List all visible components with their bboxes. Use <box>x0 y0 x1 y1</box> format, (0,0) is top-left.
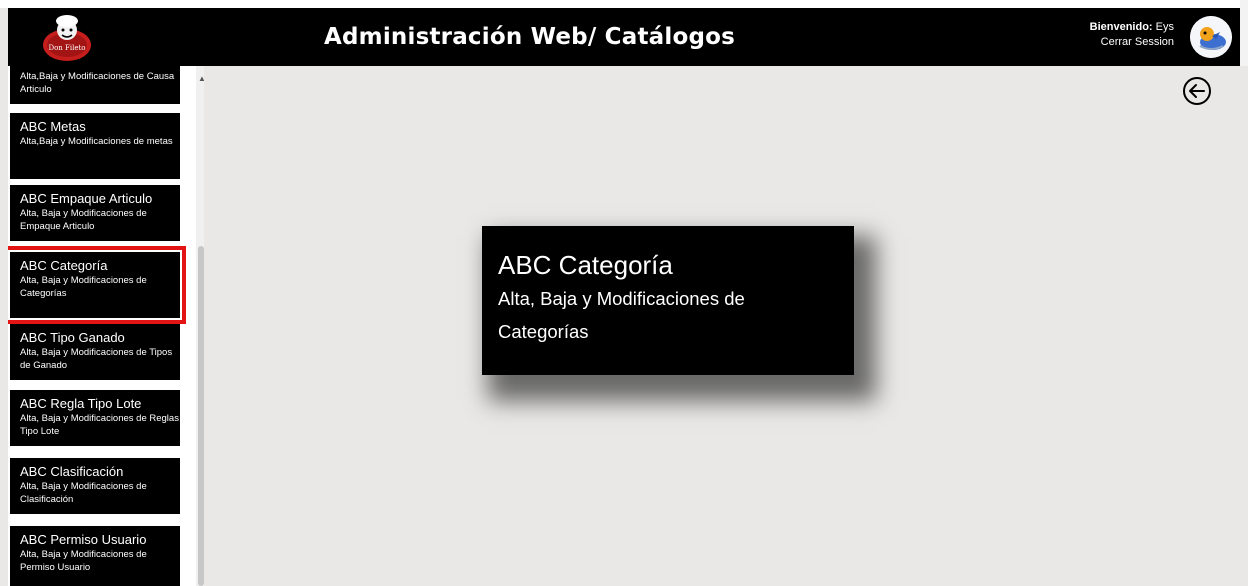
brand-logo[interactable]: Don Fileto <box>38 12 96 64</box>
sidebar-item-title: ABC Categoría <box>20 258 108 273</box>
back-button[interactable] <box>1182 76 1212 106</box>
sidebar-item-subtitle: Alta, Baja y Modificaciones de Permiso U… <box>20 549 147 573</box>
sidebar-scroll-thumb[interactable] <box>198 246 204 586</box>
sidebar-item-tipo-ganado[interactable]: ABC Tipo Ganado Alta, Baja y Modificacio… <box>10 324 180 380</box>
sidebar-item-empaque-articulo[interactable]: ABC Empaque Articulo Alta, Baja y Modifi… <box>10 185 180 241</box>
sidebar: Alta,Baja y Modificaciones de Causa Arti… <box>8 66 204 586</box>
sidebar-item-title: ABC Metas <box>20 119 86 134</box>
sidebar-item-metas[interactable]: ABC Metas Alta,Baja y Modificaciones de … <box>10 113 180 179</box>
sidebar-item-subtitle: Alta, Baja y Modificaciones de Empaque A… <box>20 208 147 232</box>
sidebar-item-subtitle: Alta, Baja y Modificaciones de Clasifica… <box>20 481 147 505</box>
logout-link[interactable]: Cerrar Session <box>1090 35 1174 50</box>
sidebar-item-title: ABC Clasificación <box>20 464 124 479</box>
sidebar-item-subtitle: Alta, Baja y Modificaciones de Tipos de … <box>20 347 173 371</box>
app-header: Don Fileto Administración Web/ Catálogos… <box>8 8 1240 66</box>
sidebar-item-subtitle: Alta,Baja y Modificaciones de metas <box>20 136 173 147</box>
sidebar-item-regla-tipo-lote[interactable]: ABC Regla Tipo Lote Alta, Baja y Modific… <box>10 390 180 446</box>
sidebar-item-causa-articulo[interactable]: Alta,Baja y Modificaciones de Causa Arti… <box>10 66 180 104</box>
logo-text: Don Fileto <box>48 44 85 52</box>
sidebar-item-title: ABC Permiso Usuario <box>20 532 147 547</box>
sidebar-item-clasificacion[interactable]: ABC Clasificación Alta, Baja y Modificac… <box>10 458 180 514</box>
sidebar-item-title: ABC Empaque Articulo <box>20 191 153 206</box>
window-edge <box>1240 0 1248 66</box>
welcome-label: Bienvenido: <box>1089 21 1153 33</box>
user-welcome: Bienvenido: Eys Cerrar Session <box>1090 20 1174 50</box>
top-strip <box>0 0 1248 8</box>
sidebar-item-subtitle: Alta, Baja y Modificaciones de Reglas Ti… <box>20 413 179 437</box>
sidebar-item-title: ABC Tipo Ganado <box>20 330 125 345</box>
sidebar-item-categoria[interactable]: ABC Categoría Alta, Baja y Modificacione… <box>8 246 186 324</box>
sidebar-item-subtitle: Alta, Baja y Modificaciones de Categoría… <box>20 275 147 299</box>
card-title: ABC Categoría <box>498 250 673 280</box>
user-name: Eys <box>1155 21 1174 33</box>
card-subtitle: Alta, Baja y Modificaciones de Categoría… <box>498 288 745 342</box>
sidebar-item-subtitle: Alta,Baja y Modificaciones de Causa Arti… <box>20 71 175 95</box>
avatar[interactable] <box>1190 16 1232 58</box>
selected-catalog-card[interactable]: ABC Categoría Alta, Baja y Modificacione… <box>482 226 854 375</box>
sidebar-item-permiso-usuario[interactable]: ABC Permiso Usuario Alta, Baja y Modific… <box>10 526 180 586</box>
caret-up-icon[interactable]: ▲ <box>198 74 204 84</box>
sidebar-item-title: ABC Regla Tipo Lote <box>20 396 142 411</box>
page-title: Administración Web/ Catálogos <box>324 24 735 50</box>
arrow-left-circle-icon <box>1183 77 1211 105</box>
